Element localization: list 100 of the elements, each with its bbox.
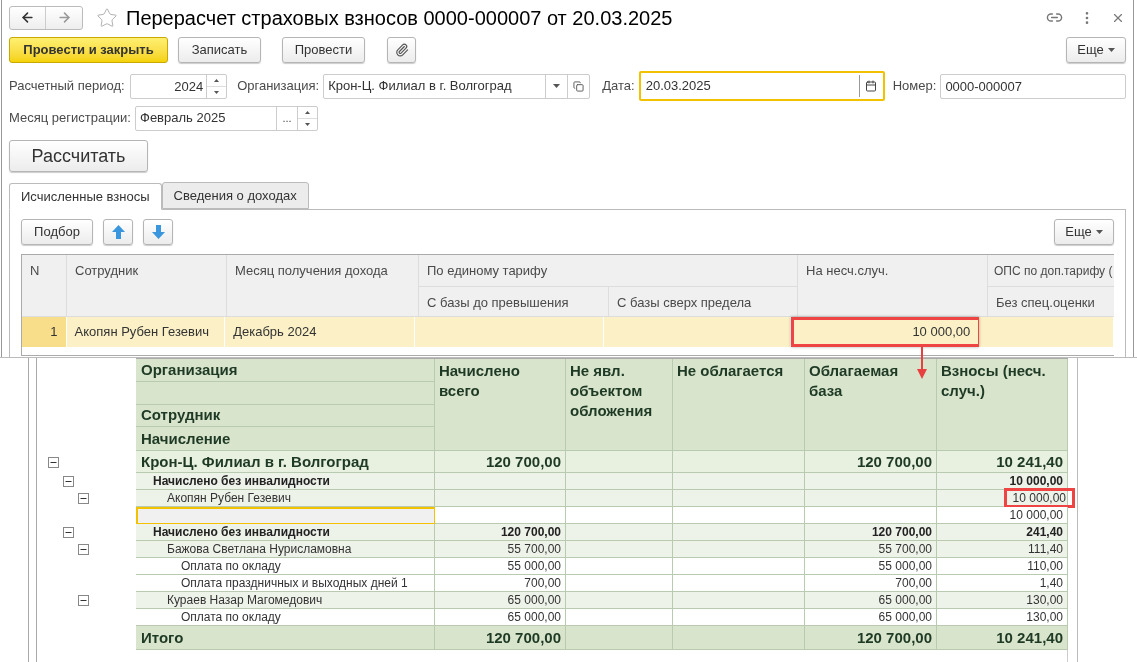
select-button[interactable]: ... — [276, 106, 297, 130]
collapse-icon[interactable] — [48, 456, 59, 468]
caret-icon — [553, 84, 561, 88]
number-field[interactable]: 0000-000007 — [940, 73, 1126, 99]
open-icon[interactable] — [573, 80, 585, 92]
amount-cell: 111,40 — [1028, 543, 1063, 555]
column-header: Без спец.оценки — [996, 295, 1095, 310]
calculate-button[interactable]: Рассчитать — [9, 140, 148, 172]
field-label: Номер: — [892, 77, 937, 96]
column-header: Не явл. объектом обложения — [570, 361, 654, 421]
amount-cell: 241,40 — [1026, 526, 1063, 538]
caret-icon — [1107, 48, 1115, 52]
amount-cell: 130,00 — [1026, 594, 1063, 606]
column-header: Начисление — [141, 428, 231, 449]
table-cell-text: Декабрь 2024 — [232, 323, 318, 342]
amount-cell: 1,40 — [1039, 577, 1063, 589]
row-label: Акопян Рубен Гезевич — [167, 492, 291, 504]
table-cell-text: Акопян Рубен Гезевич — [73, 323, 210, 342]
field-label: Расчетный период: — [9, 77, 126, 96]
move-down-button[interactable] — [143, 219, 173, 245]
post-and-close-button[interactable]: Провести и закрыть — [9, 37, 168, 63]
column-header: Организация — [141, 359, 238, 380]
amount-cell: 120 700,00 — [856, 630, 932, 645]
amount-cell: 120 700,00 — [856, 454, 932, 469]
column-header: Сотрудник — [141, 405, 221, 426]
amount-cell: 120 700,00 — [500, 526, 561, 538]
table-cell[interactable] — [136, 507, 435, 524]
tab[interactable]: Исчисленные взносы — [9, 183, 162, 210]
amount-cell: 10 241,40 — [996, 630, 1063, 645]
spin-buttons[interactable] — [206, 74, 227, 98]
column-header: Облагаемая база — [809, 361, 900, 401]
amount-cell: 10 241,40 — [996, 454, 1063, 469]
field-label: Организация: — [237, 77, 320, 96]
spin-buttons[interactable] — [297, 106, 317, 130]
favorite-star-icon[interactable] — [96, 6, 118, 29]
column-header: Не облагается — [677, 361, 785, 381]
column-header: Сотрудник — [75, 263, 139, 278]
column-header: С базы до превышения — [427, 295, 569, 310]
row-label: Начислено без инвалидности — [153, 475, 330, 487]
amount-cell: 130,00 — [1026, 611, 1063, 623]
move-up-button[interactable] — [103, 219, 133, 245]
toolbar-button[interactable]: Записать — [178, 37, 261, 63]
column-header: На несч.случ. — [806, 263, 889, 278]
amount-cell: 55 000,00 — [507, 560, 561, 572]
row-label: Крон-Ц. Филиал в г. Волгоград — [141, 454, 369, 469]
amount-cell: 55 700,00 — [507, 543, 561, 555]
field-label: Дата: — [602, 77, 635, 96]
row-label: Оплата по окладу — [181, 560, 281, 572]
amount-cell: 700,00 — [524, 577, 561, 589]
table-cell-text: 1 — [49, 323, 59, 342]
table-row[interactable]: 1 Акопян Рубен Гезевич Декабрь 2024 10 000,00 — [22, 317, 1114, 347]
calendar-icon[interactable] — [865, 80, 878, 92]
amount-cell: 55 700,00 — [878, 543, 932, 555]
column-header: По единому тарифу — [427, 263, 548, 278]
row-label: Оплата праздничных и выходных дней 1 — [181, 577, 408, 589]
amount-cell: 700,00 — [895, 577, 932, 589]
amount-cell: 65 000,00 — [878, 594, 932, 606]
collapse-icon[interactable] — [63, 476, 74, 487]
column-header: Месяц получения дохода — [235, 263, 388, 278]
amount-cell: 120 700,00 — [485, 630, 561, 645]
back-arrow-icon — [20, 10, 35, 25]
window-title: Перерасчет страховых взносов 0000-000007 от 20.03.2025 — [126, 5, 673, 31]
collapse-icon[interactable] — [63, 527, 74, 538]
row-label: Начислено без инвалидности — [153, 526, 330, 538]
arrow-up-icon — [111, 225, 125, 239]
amount-cell: 65 000,00 — [507, 594, 561, 606]
collapse-icon[interactable] — [78, 544, 89, 555]
attach-button[interactable] — [387, 37, 416, 63]
pick-button[interactable]: Подбор — [21, 219, 93, 245]
organization-field[interactable]: Крон-Ц. Филиал в г. Волгоград — [323, 73, 591, 99]
collapse-icon[interactable] — [78, 595, 89, 606]
column-header: Начислено всего — [439, 361, 521, 401]
column-header: С базы сверх предела — [617, 295, 752, 310]
amount-cell: 10 000,00 — [1009, 475, 1063, 487]
amount-cell: 120 700,00 — [485, 454, 561, 469]
row-label: Итого — [141, 630, 184, 645]
amount-cell: 55 000,00 — [878, 560, 932, 572]
row-label: Бажова Светлана Нурисламовна — [167, 543, 352, 555]
amount-cell: 65 000,00 — [878, 611, 932, 623]
tab[interactable]: Сведения о доходах — [161, 182, 309, 209]
more-button[interactable]: Еще — [1054, 219, 1114, 245]
more-button[interactable]: Еще — [1066, 37, 1126, 63]
collapse-icon[interactable] — [78, 493, 89, 504]
month-field[interactable]: Февраль 2025 ... — [135, 105, 318, 131]
field-label: Месяц регистрации: — [9, 109, 132, 128]
caret-icon — [1095, 230, 1103, 234]
arrow-down-icon — [151, 225, 165, 239]
amount-cell: 110,00 — [1027, 560, 1063, 572]
arrow — [916, 347, 928, 379]
column-header: ОПС по доп.тарифу ( — [994, 264, 1113, 278]
amount-cell: 10 000,00 — [1009, 509, 1063, 521]
date-field[interactable]: 20.03.2025 — [638, 71, 885, 101]
row-label: Оплата по окладу — [181, 611, 281, 623]
toolbar-button[interactable]: Провести — [282, 37, 365, 63]
paperclip-icon — [394, 43, 409, 57]
period-field[interactable]: 2024 — [130, 73, 228, 99]
amount-cell: 65 000,00 — [507, 611, 561, 623]
amount-cell: 120 700,00 — [871, 526, 932, 538]
column-header: Взносы (несч. случ.) — [941, 361, 1047, 401]
table-cell-text: 10 000,00 — [911, 323, 972, 342]
